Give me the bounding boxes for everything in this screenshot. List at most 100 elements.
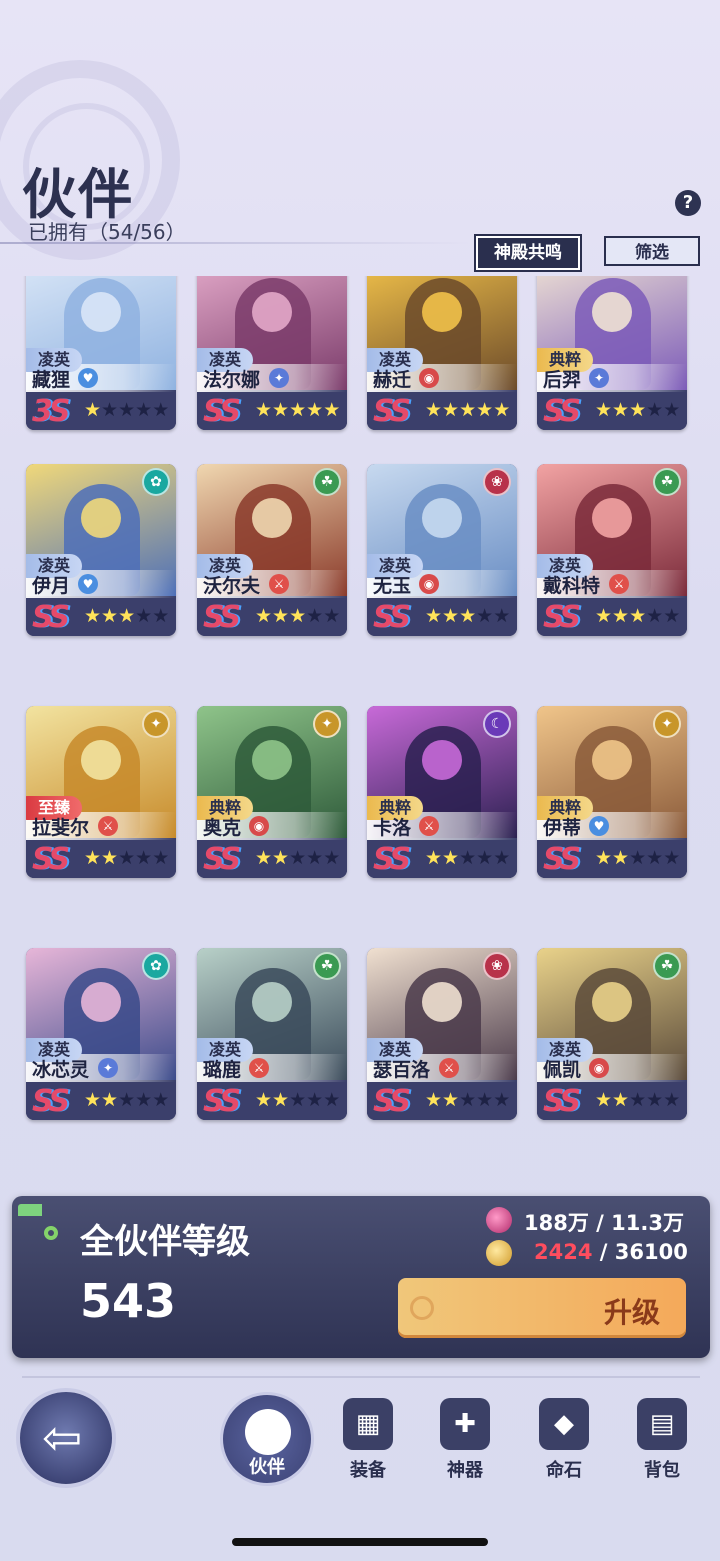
nav-equipment-tab[interactable]: ▦ 装备 — [328, 1398, 408, 1488]
grade-badge: SS — [32, 1084, 70, 1119]
owned-count: 已拥有（54/56） — [28, 220, 186, 244]
sword-icon: ⚔ — [439, 1058, 459, 1078]
partner-name: 戴科特 — [543, 575, 601, 597]
help-icon[interactable]: ? — [675, 190, 701, 216]
grade-badge: SS — [373, 842, 411, 877]
portrait-face — [422, 292, 462, 332]
partner-card[interactable]: ☘ 凌英 戴科特 ⚔ SS ★★★★★ — [537, 464, 687, 636]
star-icon: ★ — [459, 847, 477, 869]
star-icon: ★ — [289, 1089, 307, 1111]
partner-card[interactable]: ✿ 凌英 伊月 ♥ SS ★★★★★ — [26, 464, 176, 636]
partner-name: 伊蒂 — [543, 817, 582, 839]
light-icon: ✦ — [142, 710, 170, 738]
back-button[interactable]: ⇦ — [16, 1388, 116, 1488]
partner-card[interactable]: 凌英 法尔娜 ✦ SS ★★★★★ — [197, 276, 347, 430]
fire-icon: ❀ — [483, 468, 511, 496]
star-icon: ★ — [152, 399, 170, 421]
star-icon: ★ — [612, 1089, 630, 1111]
star-icon: ★ — [289, 399, 307, 421]
star-icon: ★ — [306, 847, 324, 869]
star-rating: ★★★★★ — [425, 605, 510, 627]
partner-card[interactable]: ☾ 典粹 卡洛 ⚔ SS ★★★★★ — [367, 706, 517, 878]
star-icon: ★ — [101, 605, 119, 627]
fire-icon: ❀ — [483, 952, 511, 980]
partner-card[interactable]: 凌英 赫迁 ◉ SS ★★★★★ — [367, 276, 517, 430]
filter-button[interactable]: 筛选 — [604, 236, 700, 266]
nav-artifact-tab[interactable]: ✚ 神器 — [425, 1398, 505, 1488]
partner-name: 法尔娜 — [203, 369, 261, 391]
star-icon: ★ — [135, 399, 153, 421]
star-icon: ★ — [255, 1089, 273, 1111]
star-icon: ★ — [101, 847, 119, 869]
star-icon: ★ — [135, 605, 153, 627]
star-rating: ★★★★★ — [425, 1089, 510, 1111]
partner-name: 后羿 — [543, 369, 582, 391]
nav-runestone-label: 命石 — [546, 1460, 582, 1481]
nav-backpack-tab[interactable]: ▤ 背包 — [622, 1398, 702, 1488]
star-rating: ★★★★★ — [595, 399, 680, 421]
grade-badge: SS — [543, 600, 581, 635]
star-icon: ★ — [425, 1089, 443, 1111]
partner-name: 冰芯灵 — [32, 1059, 90, 1081]
star-icon: ★ — [663, 1089, 681, 1111]
star-icon: ★ — [459, 605, 477, 627]
partner-card[interactable]: ❀ 凌英 无玉 ◉ SS ★★★★★ — [367, 464, 517, 636]
portrait-face — [81, 740, 121, 780]
star-icon: ★ — [255, 847, 273, 869]
heart-icon: ♥ — [78, 574, 98, 594]
gold-resource-text: 2424 / 36100 — [534, 1240, 688, 1264]
star-icon: ★ — [272, 1089, 290, 1111]
leaf-icon: ☘ — [653, 952, 681, 980]
partner-card[interactable]: 凌英 藏狸 ♥ 3S ★★★★★ — [26, 276, 176, 430]
star-rating: ★★★★★ — [595, 1089, 680, 1111]
gold-need: / 36100 — [592, 1240, 688, 1264]
star-icon: ★ — [118, 847, 136, 869]
partner-card[interactable]: ☘ 凌英 佩凯 ◉ SS ★★★★★ — [537, 948, 687, 1120]
star-icon: ★ — [646, 399, 664, 421]
partner-name: 璐鹿 — [203, 1059, 242, 1081]
partner-card[interactable]: ☘ 凌英 沃尔夫 ⚔ SS ★★★★★ — [197, 464, 347, 636]
star-icon: ★ — [84, 1089, 102, 1111]
portrait-face — [422, 498, 462, 538]
star-icon: ★ — [323, 847, 341, 869]
home-indicator[interactable] — [232, 1538, 488, 1546]
star-rating: ★★★★★ — [255, 399, 340, 421]
portrait-face — [81, 292, 121, 332]
portrait-face — [252, 498, 292, 538]
header-divider — [0, 242, 470, 244]
star-icon: ★ — [306, 399, 324, 421]
star-rating: ★★★★★ — [425, 847, 510, 869]
star-icon: ★ — [323, 1089, 341, 1111]
star-rating: ★★★★★ — [84, 847, 169, 869]
portrait-face — [252, 292, 292, 332]
sword-icon: ⚔ — [98, 816, 118, 836]
partner-card[interactable]: ✦ 典粹 伊蒂 ♥ SS ★★★★★ — [537, 706, 687, 878]
star-icon: ★ — [425, 399, 443, 421]
partner-card[interactable]: ✿ 凌英 冰芯灵 ✦ SS ★★★★★ — [26, 948, 176, 1120]
star-icon: ★ — [476, 847, 494, 869]
partner-card[interactable]: ✦ 典粹 奥克 ◉ SS ★★★★★ — [197, 706, 347, 878]
star-icon: ★ — [595, 847, 613, 869]
partner-card[interactable]: 典粹 后羿 ✦ SS ★★★★★ — [537, 276, 687, 430]
nav-runestone-tab[interactable]: ◆ 命石 — [524, 1398, 604, 1488]
temple-resonance-button[interactable]: 神殿共鸣 — [476, 236, 580, 270]
gold-have: 2424 — [534, 1240, 593, 1264]
star-icon: ★ — [612, 399, 630, 421]
partner-grid[interactable]: 凌英 藏狸 ♥ 3S ★★★★★ 凌英 法尔娜 ✦ SS ★★★★★ 凌英 赫迁 ◉ SS ★★★★★ 典粹后… — [0, 276, 720, 1186]
star-icon: ★ — [323, 399, 341, 421]
shield-icon: ◉ — [249, 816, 269, 836]
portrait-face — [592, 292, 632, 332]
nav-partner-tab[interactable]: 伙伴 — [220, 1392, 314, 1486]
star-icon: ★ — [118, 1089, 136, 1111]
sword-icon: ⚔ — [419, 816, 439, 836]
grade-badge: SS — [32, 842, 70, 877]
star-icon: ★ — [84, 399, 102, 421]
partner-card[interactable]: ❀ 凌英 瑟百洛 ⚔ SS ★★★★★ — [367, 948, 517, 1120]
star-icon: ★ — [442, 605, 460, 627]
leaf-icon: ☘ — [313, 952, 341, 980]
upgrade-button[interactable]: 升级 — [398, 1278, 686, 1338]
star-icon: ★ — [493, 399, 511, 421]
partner-name: 赫迁 — [373, 369, 412, 391]
partner-card[interactable]: ✦ 至臻 拉斐尔 ⚔ SS ★★★★★ — [26, 706, 176, 878]
partner-card[interactable]: ☘ 凌英 璐鹿 ⚔ SS ★★★★★ — [197, 948, 347, 1120]
